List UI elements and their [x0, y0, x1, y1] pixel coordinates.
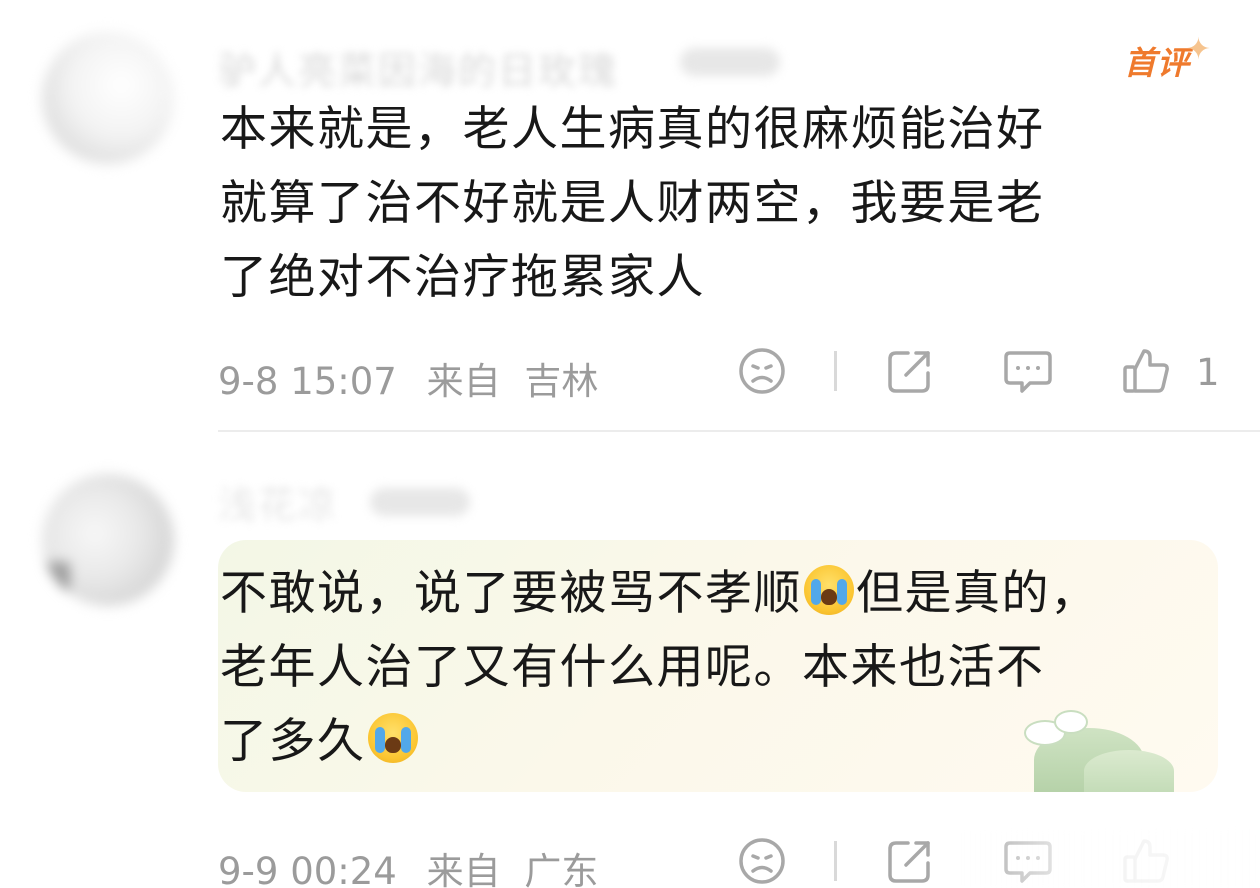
frown-face-icon[interactable] — [736, 345, 788, 397]
comment-meta: 9-9 00:24 来自 广东 — [218, 841, 598, 888]
comment-text-segment: 不敢说，说了要被骂不孝顺 — [220, 566, 802, 621]
comment-text-line: 本来就是，老人生病真的很麻烦能治好 — [220, 102, 1045, 157]
like-count: 1 — [1196, 351, 1220, 394]
share-icon[interactable] — [884, 835, 936, 887]
comment-text: 本来就是，老人生病真的很麻烦能治好 就算了治不好就是人财两空，我要是老 了绝对不… — [220, 93, 1045, 315]
crying-emoji-icon — [804, 565, 854, 615]
comment-meta: 9-8 15:07 来自 吉林 — [218, 351, 598, 405]
comment-item: 浅花凉 不敢说，说了要被骂不孝顺 但是真的， 老年人治了又有什么用呢。本来也活不 … — [0, 432, 1260, 888]
comment-item: 驴人亮菜因海的日玫瑰 首评 ✦ 本来就是，老人生病真的很麻烦能治好 就算了治不好… — [0, 0, 1260, 432]
first-comment-badge-label: 首评 — [1124, 44, 1191, 82]
comment-from-label: 来自 — [426, 360, 501, 403]
comment-text-line: 就算了治不好就是人财两空，我要是老 — [220, 176, 1045, 231]
comment-text-line: 不敢说，说了要被骂不孝顺 但是真的， — [220, 557, 1099, 631]
share-icon[interactable] — [884, 345, 936, 397]
user-badge — [370, 488, 470, 516]
username[interactable]: 驴人亮菜因海的日玫瑰 — [218, 40, 618, 95]
comment-time: 9-9 00:24 — [218, 850, 397, 888]
comment-from-label: 来自 — [426, 850, 501, 888]
divider — [834, 841, 837, 881]
comment-text-segment: 了多久 — [220, 714, 366, 769]
sparkle-icon: ✦ — [1185, 32, 1213, 67]
crying-emoji-icon — [367, 713, 418, 763]
comment-location: 吉林 — [524, 360, 599, 403]
username[interactable]: 浅花凉 — [218, 474, 338, 529]
comment-time: 9-8 15:07 — [218, 360, 397, 403]
comment-text-line: 老年人治了又有什么用呢。本来也活不 — [220, 640, 1045, 695]
frown-face-icon[interactable] — [736, 835, 788, 887]
avatar[interactable] — [42, 474, 174, 606]
thumbs-up-icon[interactable] — [1120, 345, 1172, 397]
comment-text-line: 了多久 — [220, 705, 1099, 779]
divider — [834, 351, 837, 391]
comment-text: 不敢说，说了要被骂不孝顺 但是真的， 老年人治了又有什么用呢。本来也活不 了多久 — [220, 557, 1099, 779]
user-badge — [680, 48, 780, 76]
comment-location: 广东 — [524, 850, 599, 888]
avatar[interactable] — [42, 32, 174, 164]
comment-footer: 9-8 15:07 来自 吉林 1 — [0, 345, 1260, 405]
comment-text-line: 了绝对不治疗拖累家人 — [220, 250, 705, 305]
comment-text-segment: 但是真的， — [856, 566, 1099, 621]
comment-list: 驴人亮菜因海的日玫瑰 首评 ✦ 本来就是，老人生病真的很麻烦能治好 就算了治不好… — [0, 0, 1260, 888]
watermark-overlay — [960, 830, 1260, 888]
first-comment-badge: 首评 ✦ — [1124, 32, 1211, 84]
comment-bubble-icon[interactable] — [1002, 345, 1054, 397]
